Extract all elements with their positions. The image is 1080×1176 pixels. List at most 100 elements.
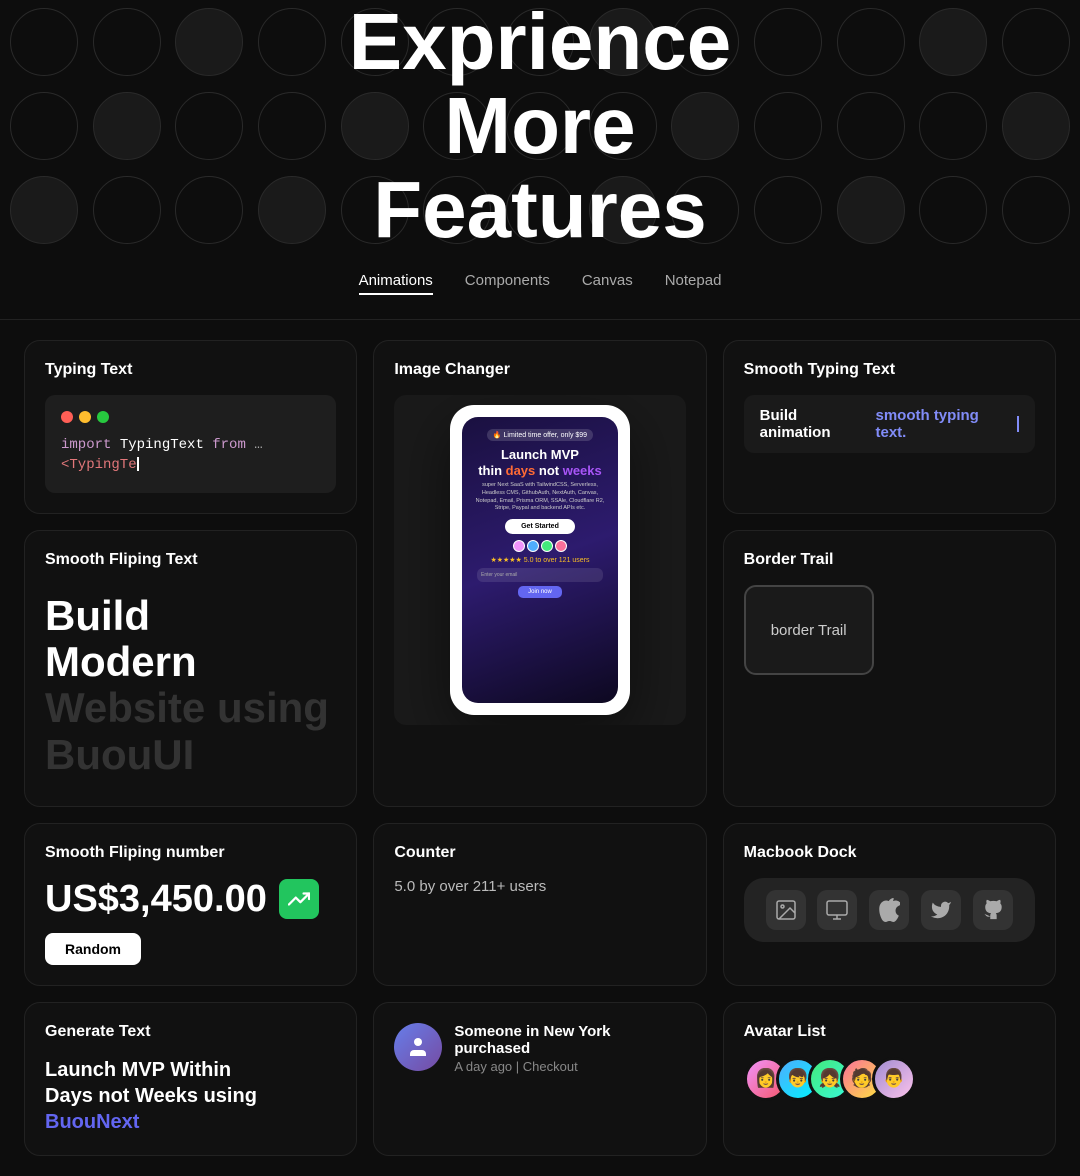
purchase-separator: | — [516, 1059, 523, 1074]
phone-cta-button[interactable]: Get Started — [505, 519, 575, 534]
purchase-time: A day ago — [454, 1059, 512, 1074]
bg-circle — [175, 8, 243, 76]
typing-text-card: Typing Text import TypingText from … <Ty… — [24, 340, 357, 514]
tab-canvas[interactable]: Canvas — [582, 268, 633, 295]
bg-circle — [754, 176, 822, 244]
bg-circle — [1002, 176, 1070, 244]
phone-email-input[interactable]: Enter your email — [477, 568, 603, 582]
dock-icon-twitter[interactable] — [921, 890, 961, 930]
main-grid: Typing Text import TypingText from … <Ty… — [0, 320, 1080, 1176]
generate-text-card: Generate Text Launch MVP WithinDays not … — [24, 1002, 357, 1156]
bg-circle — [754, 8, 822, 76]
phone-avatars — [513, 540, 567, 552]
tab-components[interactable]: Components — [465, 268, 550, 295]
flip-number-value: US$3,450.00 — [45, 878, 267, 921]
purchase-notification-card: Someone in New York purchased A day ago … — [373, 1002, 706, 1156]
counter-value: 5.0 by over 211+ users — [394, 878, 685, 895]
macbook-dock-title: Macbook Dock — [744, 844, 1035, 862]
generate-text-content: Launch MVP WithinDays not Weeks usingBuo… — [45, 1057, 336, 1135]
avatar-list: 👩 👦 👧 🧑 👨 — [744, 1057, 1035, 1101]
phone-avatar — [541, 540, 553, 552]
phone-join-button[interactable]: Join now — [518, 586, 562, 598]
border-trail-title: Border Trail — [744, 551, 1035, 569]
dock-icon-apple[interactable] — [869, 890, 909, 930]
smooth-flipping-number-card: Smooth Fliping number US$3,450.00 Random — [24, 823, 357, 986]
bg-circle — [93, 92, 161, 160]
purchase-card: Someone in New York purchased A day ago … — [394, 1023, 685, 1074]
bg-circle — [93, 8, 161, 76]
bg-circle — [837, 176, 905, 244]
bg-circle — [175, 176, 243, 244]
hero-section: Exprience More Features — [0, 0, 1080, 252]
tl-green — [97, 411, 109, 423]
flip-line-4: BuouUI — [45, 732, 336, 778]
purchase-meta: A day ago | Checkout — [454, 1059, 685, 1074]
bg-circle — [1002, 92, 1070, 160]
avatar-list-title: Avatar List — [744, 1023, 1035, 1041]
bg-circle — [93, 176, 161, 244]
phone-avatar — [513, 540, 525, 552]
smooth-typing-title: Smooth Typing Text — [744, 361, 1035, 379]
cursor — [137, 457, 139, 471]
flip-text-demo: Build Modern Website using BuouUI — [45, 585, 336, 786]
tab-notepad[interactable]: Notepad — [665, 268, 722, 295]
smooth-flipping-text-card: Smooth Fliping Text Build Modern Website… — [24, 530, 357, 807]
dock-icon-display[interactable] — [817, 890, 857, 930]
bg-circle — [175, 92, 243, 160]
tl-yellow — [79, 411, 91, 423]
phone-avatar — [527, 540, 539, 552]
dock-icon-github[interactable] — [973, 890, 1013, 930]
typing-text-title: Typing Text — [45, 361, 336, 379]
smooth-flipping-number-title: Smooth Fliping number — [45, 844, 336, 862]
checkout-link[interactable]: Checkout — [523, 1059, 578, 1074]
phone-badge: 🔥 Limited time offer, only $99 — [487, 429, 593, 441]
flip-line-1: Build — [45, 593, 336, 639]
border-trail-box: border Trail — [744, 585, 874, 675]
tl-red — [61, 411, 73, 423]
bg-circle — [10, 8, 78, 76]
bg-circle — [754, 92, 822, 160]
avatar-5: 👨 — [872, 1057, 916, 1101]
nav-tabs: Animations Components Canvas Notepad — [0, 252, 1080, 320]
phone-mockup: 🔥 Limited time offer, only $99 Launch MV… — [450, 405, 630, 715]
hero-line1: Exprience — [349, 0, 731, 84]
dock-icon-photos[interactable] — [766, 890, 806, 930]
phone-sub: super Next SaaS with TailwindCSS, Server… — [470, 482, 610, 513]
tab-animations[interactable]: Animations — [359, 268, 433, 295]
flip-number-demo: US$3,450.00 — [45, 878, 336, 921]
border-trail-card: Border Trail border Trail — [723, 530, 1056, 807]
bg-circle — [919, 8, 987, 76]
phone-stars: ★★★★★ 5.0 to over 121 users — [490, 556, 589, 564]
smooth-flipping-text-title: Smooth Fliping Text — [45, 551, 336, 569]
bg-circle — [919, 92, 987, 160]
smooth-typing-prefix: Build animation — [760, 407, 872, 441]
macbook-dock-card: Macbook Dock — [723, 823, 1056, 986]
code-block: import TypingText from … <TypingTe — [45, 395, 336, 493]
smooth-typing-card: Smooth Typing Text Build animation smoot… — [723, 340, 1056, 514]
smooth-typing-text: smooth typing text. — [875, 407, 1013, 441]
flip-line-2: Modern — [45, 639, 336, 685]
smooth-typing-demo: Build animation smooth typing text. — [744, 395, 1035, 453]
image-preview: 🔥 Limited time offer, only $99 Launch MV… — [394, 395, 685, 725]
bg-circle — [258, 92, 326, 160]
purchase-info: Someone in New York purchased A day ago … — [454, 1023, 685, 1074]
bg-circle — [1002, 8, 1070, 76]
hero-line3: Features — [349, 168, 731, 252]
generate-text-body: Launch MVP WithinDays not Weeks usingBuo… — [45, 1057, 336, 1135]
counter-card: Counter 5.0 by over 211+ users — [373, 823, 706, 986]
phone-avatar — [555, 540, 567, 552]
bg-circle — [837, 8, 905, 76]
trend-up-icon — [279, 879, 319, 919]
bg-circle — [837, 92, 905, 160]
code-line-import: import TypingText from … — [61, 437, 320, 453]
random-button[interactable]: Random — [45, 933, 141, 965]
traffic-lights — [61, 411, 320, 423]
bg-circle — [10, 176, 78, 244]
code-line-usage: <TypingTe — [61, 457, 320, 473]
border-trail-label: border Trail — [771, 622, 847, 639]
dock — [744, 878, 1035, 942]
bg-circle — [10, 92, 78, 160]
hero-text: Exprience More Features — [349, 0, 731, 252]
typing-cursor-icon — [1017, 416, 1019, 432]
bg-circle — [919, 176, 987, 244]
